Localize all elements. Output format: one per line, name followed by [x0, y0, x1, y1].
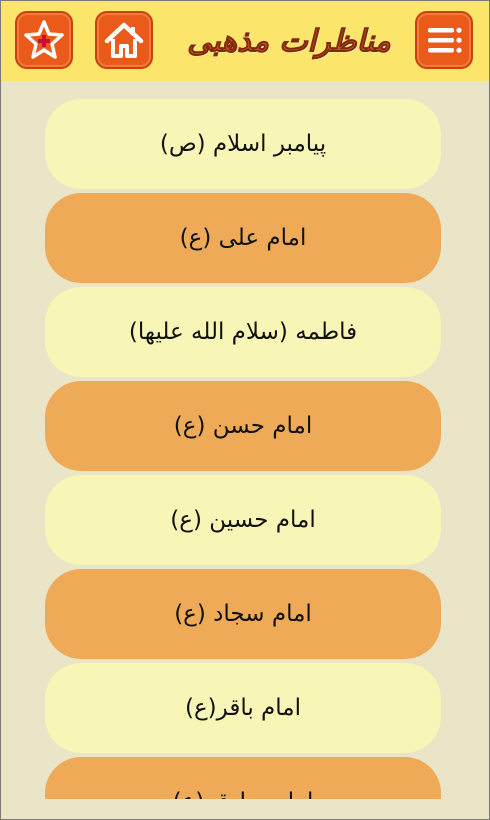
- list-item-imam-husayn[interactable]: امام حسین (ع): [45, 475, 441, 565]
- list-item-fatimah[interactable]: فاطمه (سلام الله علیها): [45, 287, 441, 377]
- star-plus-icon: [24, 20, 64, 59]
- home-icon: [104, 22, 144, 58]
- list-item-imam-hasan[interactable]: امام حسن (ع): [45, 381, 441, 471]
- app-title: مناظرات مذهبی: [187, 23, 391, 59]
- menu-button[interactable]: [415, 11, 473, 69]
- home-button[interactable]: [95, 11, 153, 69]
- list-item-imam-ali[interactable]: امام علی (ع): [45, 193, 441, 283]
- list-item-prophet[interactable]: پیامبر اسلام (ص): [45, 99, 441, 189]
- imams-list: پیامبر اسلام (ص) امام علی (ع) فاطمه (سلا…: [1, 81, 489, 799]
- list-item-imam-sajjad[interactable]: امام سجاد (ع): [45, 569, 441, 659]
- menu-list-icon: [428, 27, 462, 53]
- top-bar: مناظرات مذهبی: [1, 1, 489, 81]
- app-screen: مناظرات مذهبی پیامبر اسلام (ص) امام علی …: [0, 0, 490, 820]
- bottom-strip: [1, 799, 489, 819]
- list-item-imam-baqir[interactable]: امام باقر(ع): [45, 663, 441, 753]
- favorites-button[interactable]: [15, 11, 73, 69]
- list-item-imam-sadiq[interactable]: امام صادق (ع): [45, 757, 441, 799]
